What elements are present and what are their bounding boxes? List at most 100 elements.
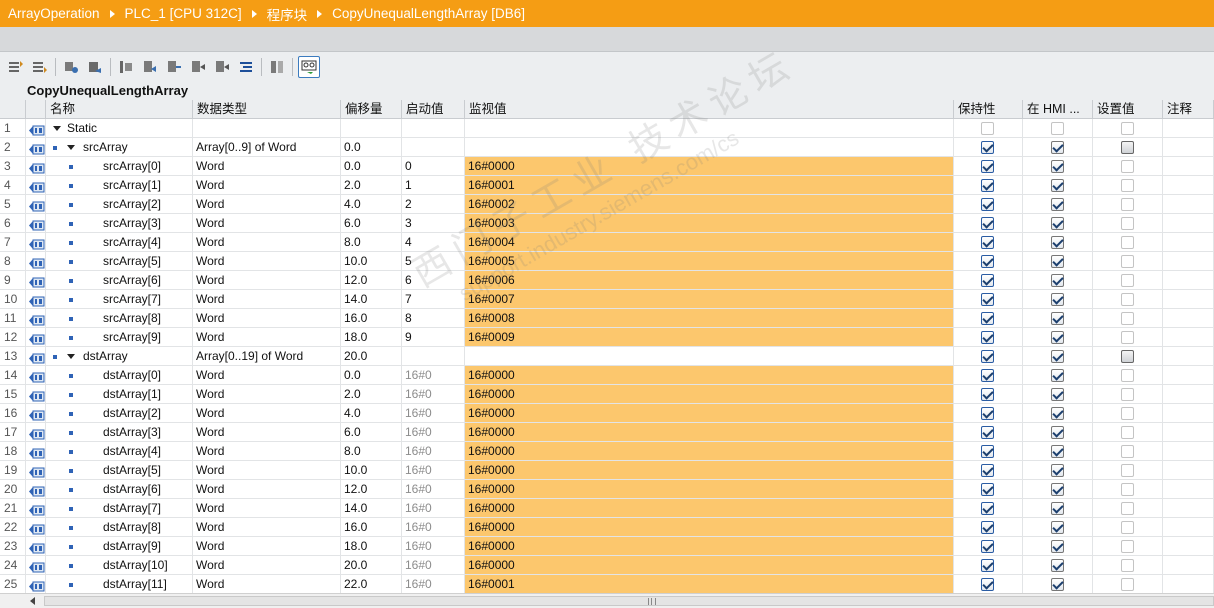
hmi-accessible-checkbox[interactable] <box>1050 198 1064 211</box>
comment-cell[interactable] <box>1163 518 1214 537</box>
retain-checkbox[interactable] <box>981 312 994 325</box>
collapse-icon[interactable] <box>85 57 105 77</box>
hmi-accessible-checkbox[interactable] <box>1050 293 1064 306</box>
comment-cell[interactable] <box>1163 423 1214 442</box>
scrollbar-thumb[interactable] <box>44 596 1214 606</box>
comment-cell[interactable] <box>1163 347 1214 366</box>
hmi-accessible-checkbox[interactable] <box>1050 502 1064 515</box>
set-start-icon[interactable] <box>188 57 208 77</box>
hmi-accessible-checkbox[interactable] <box>1050 559 1064 572</box>
comment-cell[interactable] <box>1163 214 1214 233</box>
datatype-cell[interactable]: Word <box>193 404 341 423</box>
start-value-cell[interactable]: 16#0 <box>402 480 465 499</box>
name-cell[interactable]: srcArray[1] <box>46 176 193 195</box>
table-row[interactable]: 16 dstArray[2] Word 4.0 16#0 16#0000 <box>0 404 1214 423</box>
hmi-accessible-checkbox[interactable] <box>1050 274 1064 287</box>
retain-checkbox[interactable] <box>981 540 994 553</box>
datatype-cell[interactable]: Array[0..9] of Word <box>193 138 341 157</box>
datatype-cell[interactable]: Word <box>193 290 341 309</box>
table-row[interactable]: 25 dstArray[11] Word 22.0 16#0 16#0001 <box>0 575 1214 593</box>
datatype-cell[interactable]: Word <box>193 366 341 385</box>
datatype-cell[interactable]: Word <box>193 214 341 233</box>
start-value-cell[interactable]: 1 <box>402 176 465 195</box>
datatype-cell[interactable] <box>193 119 341 138</box>
start-value-cell[interactable]: 5 <box>402 252 465 271</box>
hmi-accessible-checkbox[interactable] <box>1050 350 1064 363</box>
monitor-all-icon[interactable] <box>298 55 320 78</box>
name-cell[interactable]: dstArray[5] <box>46 461 193 480</box>
comment-cell[interactable] <box>1163 119 1214 138</box>
table-row[interactable]: 4 srcArray[1] Word 2.0 1 16#0001 <box>0 176 1214 195</box>
table-row[interactable]: 17 dstArray[3] Word 6.0 16#0 16#0000 <box>0 423 1214 442</box>
datatype-cell[interactable]: Word <box>193 195 341 214</box>
retain-checkbox[interactable] <box>981 559 994 572</box>
header-comment[interactable]: 注释 <box>1163 100 1214 119</box>
datatype-cell[interactable]: Word <box>193 442 341 461</box>
name-cell[interactable]: dstArray[1] <box>46 385 193 404</box>
snapshot-icon[interactable] <box>116 57 136 77</box>
start-value-cell[interactable]: 16#0 <box>402 575 465 593</box>
retain-checkbox[interactable] <box>981 255 994 268</box>
retain-checkbox[interactable] <box>981 464 994 477</box>
breadcrumb-item-db[interactable]: CopyUnequalLengthArray [DB6] <box>332 6 525 21</box>
name-cell[interactable]: dstArray[6] <box>46 480 193 499</box>
monitor-values-icon[interactable] <box>236 57 256 77</box>
datatype-cell[interactable]: Array[0..19] of Word <box>193 347 341 366</box>
horizontal-scrollbar[interactable] <box>0 593 1214 608</box>
table-row[interactable]: 21 dstArray[7] Word 14.0 16#0 16#0000 <box>0 499 1214 518</box>
datatype-cell[interactable]: Word <box>193 537 341 556</box>
retain-checkbox[interactable] <box>981 331 994 344</box>
hmi-accessible-checkbox[interactable] <box>1050 388 1064 401</box>
table-row[interactable]: 10 srcArray[7] Word 14.0 7 16#0007 <box>0 290 1214 309</box>
table-row[interactable]: 19 dstArray[5] Word 10.0 16#0 16#0000 <box>0 461 1214 480</box>
header-offset[interactable]: 偏移量 <box>341 100 402 119</box>
retain-checkbox[interactable] <box>981 293 994 306</box>
comment-cell[interactable] <box>1163 404 1214 423</box>
comment-cell[interactable] <box>1163 176 1214 195</box>
name-cell[interactable]: dstArray[7] <box>46 499 193 518</box>
name-cell[interactable]: srcArray[4] <box>46 233 193 252</box>
start-value-cell[interactable]: 3 <box>402 214 465 233</box>
table-row[interactable]: 11 srcArray[8] Word 16.0 8 16#0008 <box>0 309 1214 328</box>
header-retain[interactable]: 保持性 <box>954 100 1023 119</box>
retain-checkbox[interactable] <box>981 445 994 458</box>
name-cell[interactable]: dstArray[4] <box>46 442 193 461</box>
name-cell[interactable]: srcArray[2] <box>46 195 193 214</box>
hmi-accessible-checkbox[interactable] <box>1050 578 1064 591</box>
header-monitor-value[interactable]: 监视值 <box>465 100 954 119</box>
hmi-accessible-checkbox[interactable] <box>1050 331 1064 344</box>
datatype-cell[interactable]: Word <box>193 556 341 575</box>
table-row[interactable]: 9 srcArray[6] Word 12.0 6 16#0006 <box>0 271 1214 290</box>
header-datatype[interactable]: 数据类型 <box>193 100 341 119</box>
hmi-accessible-checkbox[interactable] <box>1050 179 1064 192</box>
retain-checkbox[interactable] <box>981 160 994 173</box>
name-cell[interactable]: dstArray[0] <box>46 366 193 385</box>
start-value-cell[interactable] <box>402 119 465 138</box>
comment-cell[interactable] <box>1163 442 1214 461</box>
compare-icon[interactable] <box>267 57 287 77</box>
datatype-cell[interactable]: Word <box>193 176 341 195</box>
insert-row-icon[interactable] <box>6 57 26 77</box>
collapse-toggle-icon[interactable] <box>67 354 75 360</box>
name-cell[interactable]: srcArray[5] <box>46 252 193 271</box>
start-value-cell[interactable] <box>402 138 465 157</box>
retain-checkbox[interactable] <box>981 426 994 439</box>
hmi-accessible-checkbox[interactable] <box>1050 236 1064 249</box>
comment-cell[interactable] <box>1163 138 1214 157</box>
copy-snapshot-icon[interactable] <box>140 57 160 77</box>
name-cell[interactable]: Static <box>46 119 193 138</box>
name-cell[interactable]: srcArray[3] <box>46 214 193 233</box>
hmi-accessible-checkbox[interactable] <box>1050 369 1064 382</box>
header-start-value[interactable]: 启动值 <box>402 100 465 119</box>
name-cell[interactable]: dstArray[8] <box>46 518 193 537</box>
datatype-cell[interactable]: Word <box>193 233 341 252</box>
retain-checkbox[interactable] <box>981 407 994 420</box>
table-row[interactable]: 2 srcArray Array[0..9] of Word 0.0 <box>0 138 1214 157</box>
comment-cell[interactable] <box>1163 309 1214 328</box>
retain-checkbox[interactable] <box>981 578 994 591</box>
name-cell[interactable]: dstArray[10] <box>46 556 193 575</box>
table-row[interactable]: 13 dstArray Array[0..19] of Word 20.0 <box>0 347 1214 366</box>
table-row[interactable]: 1 Static <box>0 119 1214 138</box>
breadcrumb-item-project[interactable]: ArrayOperation <box>8 6 125 21</box>
datatype-cell[interactable]: Word <box>193 423 341 442</box>
